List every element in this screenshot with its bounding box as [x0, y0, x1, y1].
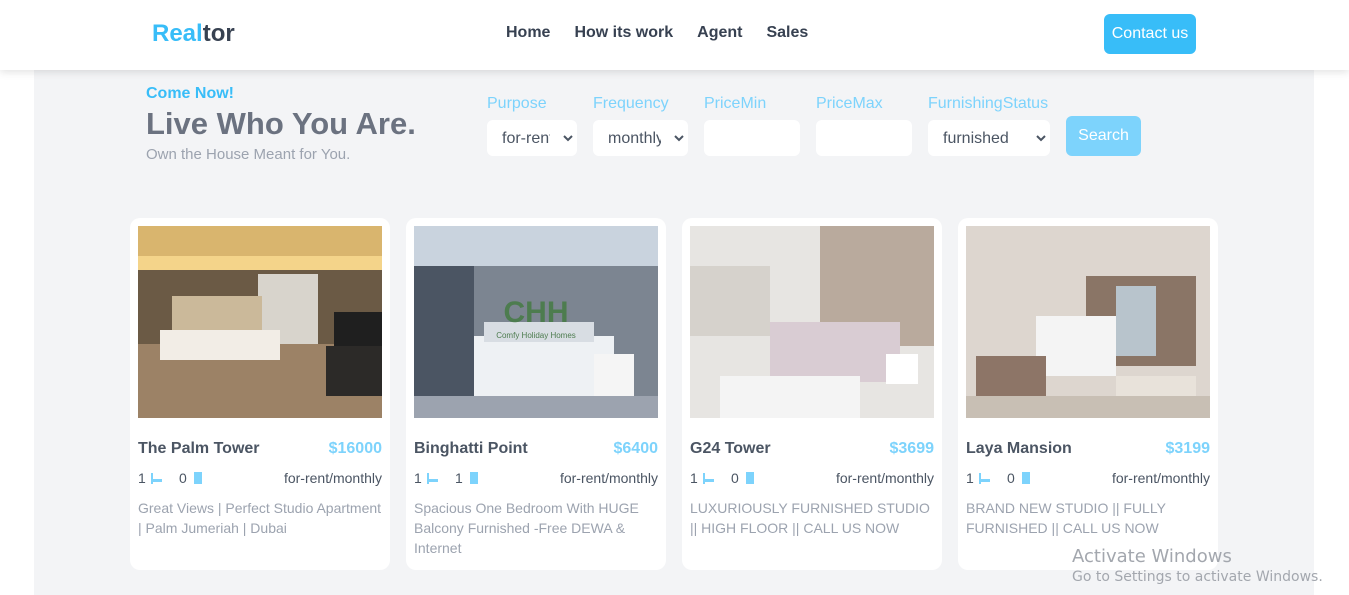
price-min-label: PriceMin: [704, 95, 767, 112]
search-button[interactable]: Search: [1066, 116, 1141, 156]
bedroom-photo-2: CHH Comfy Holiday Homes: [414, 226, 658, 418]
nav-link-agent[interactable]: Agent: [697, 24, 742, 42]
nav-link-how-its-work[interactable]: How its work: [574, 24, 673, 42]
hero-eyebrow: Come Now!: [146, 85, 234, 102]
hero-subtitle: Own the House Meant for You.: [146, 146, 351, 163]
listing-description: LUXURIOUSLY FURNISHED STUDIO || HIGH FLO…: [690, 500, 930, 536]
price-min-input[interactable]: [704, 120, 800, 156]
listing-photo[interactable]: [138, 226, 382, 418]
purpose-label: Purpose: [487, 95, 547, 112]
bed-count: 1: [414, 470, 422, 486]
listing-photo[interactable]: CHH Comfy Holiday Homes: [414, 226, 658, 418]
watermark-title: Activate Windows: [1072, 546, 1232, 567]
bath-icon: [194, 472, 202, 484]
bedroom-photo-1: [138, 226, 382, 418]
price-max-filter: PriceMax: [816, 95, 912, 156]
bedroom-photo-4: [966, 226, 1210, 418]
logo[interactable]: Realtor: [152, 20, 235, 48]
furnishing-filter: FurnishingStatus furnished: [928, 95, 1050, 156]
bed-icon: [979, 473, 990, 484]
frequency-label: Frequency: [593, 95, 669, 112]
logo-rest-text: tor: [202, 20, 235, 47]
nav-link-home[interactable]: Home: [506, 24, 550, 42]
bath-icon: [746, 472, 754, 484]
bath-icon: [470, 472, 478, 484]
listing-price: $3699: [889, 440, 935, 457]
listing-description: BRAND NEW STUDIO || FULLY FURNISHED || C…: [966, 500, 1166, 536]
price-max-input[interactable]: [816, 120, 912, 156]
listing-title[interactable]: G24 Tower: [690, 440, 771, 458]
listing-status: for-rent/monthly: [283, 470, 382, 486]
listing-status: for-rent/monthly: [559, 470, 658, 486]
listing-meta: 1 0 for-rent/monthly: [690, 470, 934, 488]
photo-watermark-logo: CHH: [504, 296, 569, 329]
bath-count: 1: [455, 470, 463, 486]
bath-count: 0: [731, 470, 739, 486]
hero-title: Live Who You Are.: [146, 106, 416, 141]
listing-title[interactable]: Binghatti Point: [414, 440, 528, 458]
listing-status: for-rent/monthly: [1111, 470, 1210, 486]
bed-icon: [427, 473, 438, 484]
nav-link-sales[interactable]: Sales: [766, 24, 808, 42]
bed-icon: [151, 473, 162, 484]
listing-card[interactable]: G24 Tower $3699 1 0 for-rent/monthly LUX…: [682, 218, 942, 570]
listing-price: $16000: [328, 440, 382, 457]
activate-windows-watermark: Activate Windows Go to Settings to activ…: [1072, 546, 1323, 585]
listing-title[interactable]: Laya Mansion: [966, 440, 1072, 458]
frequency-filter: Frequency monthly: [593, 95, 688, 156]
price-max-label: PriceMax: [816, 95, 883, 112]
purpose-select[interactable]: for-rent: [487, 120, 577, 156]
watermark-subtitle: Go to Settings to activate Windows.: [1072, 569, 1323, 585]
listing-meta: 1 0 for-rent/monthly: [966, 470, 1210, 488]
listing-photo[interactable]: [966, 226, 1210, 418]
bed-count: 1: [138, 470, 146, 486]
listing-description: Spacious One Bedroom With HUGE Balcony F…: [414, 500, 639, 556]
top-navbar: Realtor Home How its work Agent Sales Co…: [0, 0, 1349, 70]
main-content: Come Now! Live Who You Are. Own the Hous…: [34, 70, 1314, 595]
bed-count: 1: [966, 470, 974, 486]
logo-accent-text: Real: [152, 20, 203, 47]
bath-count: 0: [179, 470, 187, 486]
listing-meta: 1 1 for-rent/monthly: [414, 470, 658, 488]
listing-card[interactable]: CHH Comfy Holiday Homes Binghatti Point …: [406, 218, 666, 570]
photo-watermark-text: Comfy Holiday Homes: [496, 331, 576, 340]
listing-meta: 1 0 for-rent/monthly: [138, 470, 382, 488]
purpose-filter: Purpose for-rent: [487, 95, 577, 156]
bed-count: 1: [690, 470, 698, 486]
bath-icon: [1022, 472, 1030, 484]
listing-card[interactable]: The Palm Tower $16000 1 0 for-rent/month…: [130, 218, 390, 570]
listing-price: $6400: [613, 440, 659, 457]
bedroom-photo-3: [690, 226, 934, 418]
furnishing-label: FurnishingStatus: [928, 95, 1049, 112]
frequency-select[interactable]: monthly: [593, 120, 688, 156]
listing-description: Great Views | Perfect Studio Apartment |…: [138, 500, 382, 536]
bath-count: 0: [1007, 470, 1015, 486]
contact-us-button[interactable]: Contact us: [1104, 14, 1196, 54]
bed-icon: [703, 473, 714, 484]
listing-title[interactable]: The Palm Tower: [138, 440, 260, 458]
furnishing-select[interactable]: furnished: [928, 120, 1050, 156]
listing-card[interactable]: Laya Mansion $3199 1 0 for-rent/monthly …: [958, 218, 1218, 570]
listing-photo[interactable]: [690, 226, 934, 418]
listing-status: for-rent/monthly: [835, 470, 934, 486]
nav-links: Home How its work Agent Sales: [506, 24, 832, 42]
listing-price: $3199: [1165, 440, 1211, 457]
price-min-filter: PriceMin: [704, 95, 800, 156]
